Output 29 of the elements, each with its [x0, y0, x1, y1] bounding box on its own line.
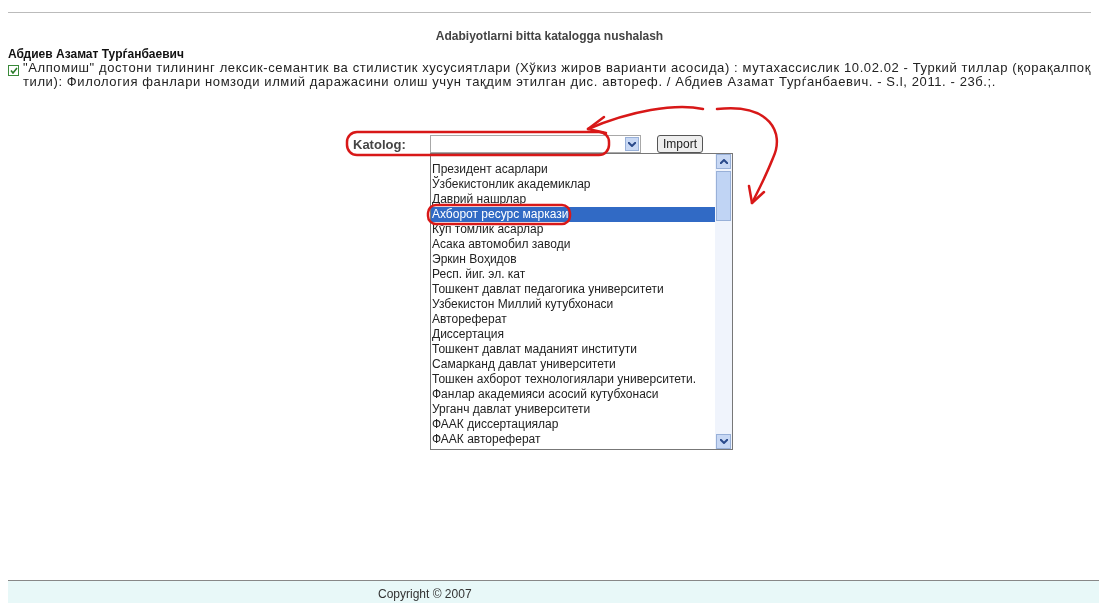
catalog-option[interactable]: Узбекистон Миллий кутубхонаси [431, 297, 715, 312]
catalog-option[interactable]: Автореферат [431, 312, 715, 327]
catalog-option[interactable]: Асака автомобил заводи [431, 237, 715, 252]
scrollbar[interactable] [715, 154, 732, 449]
catalog-option[interactable]: Эркин Воҳидов [431, 252, 715, 267]
scroll-up-icon[interactable] [716, 154, 731, 169]
record-checkbox[interactable] [8, 65, 19, 76]
catalog-option[interactable]: Тошкент давлат маданият институти [431, 342, 715, 357]
catalog-option[interactable]: ФААК диссертациялар [431, 417, 715, 432]
scroll-down-icon[interactable] [716, 434, 731, 449]
author-name: Абдиев Азамат Турѓанбаевич [8, 47, 184, 61]
import-button[interactable]: Import [657, 135, 703, 153]
page-title: Adabiyotlarni bitta katalogga nushalash [434, 29, 665, 43]
catalog-option[interactable]: Фанлар академияси асосий кутубхонаси [431, 387, 715, 402]
catalog-option[interactable]: Самарканд давлат университети [431, 357, 715, 372]
catalog-option[interactable]: Диссертация [431, 327, 715, 342]
catalog-label: Katolog: [353, 136, 407, 152]
catalog-option[interactable]: Ахборот ресурс маркази [431, 207, 715, 222]
catalog-option[interactable]: Президент асарлари [431, 162, 715, 177]
catalog-option[interactable]: Респ. йиг. эл. кат [431, 267, 715, 282]
catalog-option[interactable]: ФААК автореферат [431, 432, 715, 447]
catalog-option[interactable]: Ўзбекистонлик академиклар [431, 177, 715, 192]
catalog-option[interactable]: Урганч давлат университети [431, 402, 715, 417]
record-description: "Алпомиш" достони тилининг лексик-семантик ва стилистик хусусиятлари (Хўкиз жиров варианти асосида) : мутахассислик 10.02.02 - Туркий тиллар (қорақалпоқ тили): Филология фанлари номзоди илмий даражасини олиш учун тақдим этилган дис. автореф. / Абдиев Азамат Турѓанбаевич. - S.l, 2011. - 23б.;. [23, 61, 1091, 89]
catalog-option[interactable]: Тошкент давлат педагогика университети [431, 282, 715, 297]
copyright-text: Copyright © 2007 [378, 587, 472, 601]
scroll-thumb[interactable] [716, 171, 731, 221]
catalog-option[interactable]: Даврий нашрлар [431, 192, 715, 207]
catalog-option[interactable]: Тошкен ахборот технологиялари университети. [431, 372, 715, 387]
